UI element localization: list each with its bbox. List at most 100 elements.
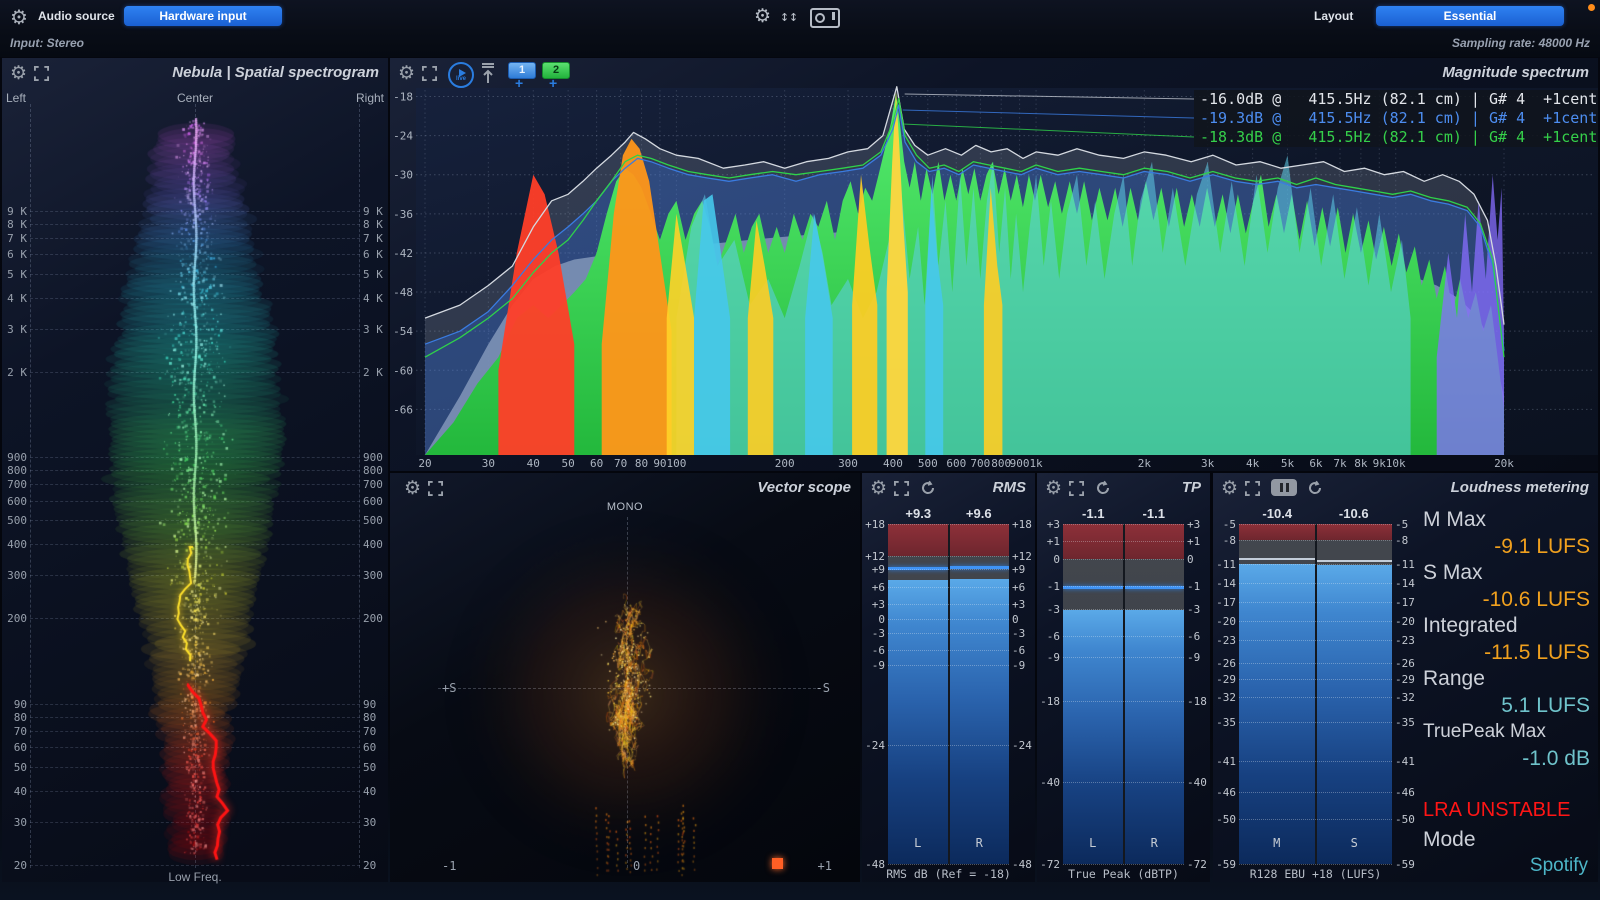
low-freq-label: Low Freq. — [2, 870, 388, 884]
stat-label: Range — [1423, 666, 1590, 692]
scale-tick-label: +6 — [1009, 581, 1035, 594]
meter-gridline — [1063, 609, 1184, 610]
freq-tick-label: 5 K — [2, 268, 27, 281]
mode-value-label[interactable]: Spotify — [1530, 855, 1588, 877]
scale-tick-label: -17 — [1213, 596, 1239, 609]
scale-tick-label: -3 — [1184, 603, 1210, 616]
stat-value: -1.0 dB — [1423, 745, 1590, 772]
loudness-stat-item: Integrated-11.5 LUFS — [1423, 613, 1590, 666]
svg-text:400: 400 — [883, 457, 903, 470]
svg-text:3k: 3k — [1201, 457, 1215, 470]
scale-tick-label: -5 — [1213, 518, 1239, 531]
scale-tick-label: -11 — [1392, 558, 1418, 571]
meter-gridline — [1239, 792, 1392, 793]
meter-gridline — [1063, 541, 1184, 542]
svg-text:20k: 20k — [1494, 457, 1514, 470]
freq-tick-label: 600 — [363, 495, 388, 508]
live-mode-button[interactable]: live — [448, 62, 474, 88]
nebula-settings-gear-icon[interactable]: ⚙ — [10, 64, 27, 83]
scale-tick-label: -46 — [1213, 786, 1239, 799]
rms-panel: ⚙ RMS +9.3+9.6+18+12+9+6+30-3-6-9-24-48+… — [862, 473, 1035, 882]
scale-tick-label: -6 — [1037, 630, 1063, 643]
tp-meter: -1.1-1.1+3+10-1-3-6-9-18-40-72+3+10-1-3-… — [1037, 473, 1210, 882]
pan-zero-label: 0 — [633, 859, 640, 873]
peak-hold-line — [1317, 560, 1393, 562]
meter-caption: True Peak (dBTP) — [1037, 867, 1210, 881]
freq-tick-label: 30 — [363, 816, 388, 829]
meter-gridline — [888, 665, 1009, 666]
freq-tick-label: 4 K — [363, 292, 388, 305]
spectrum-fullscreen-icon[interactable] — [422, 66, 437, 81]
freq-tick-label: 60 — [2, 741, 27, 754]
spectrum-title: Magnitude spectrum — [1442, 64, 1589, 81]
scale-tick-label: -35 — [1392, 716, 1418, 729]
svg-text:300: 300 — [838, 457, 858, 470]
freq-tick-label: 3 K — [363, 323, 388, 336]
scale-tick-label: -50 — [1213, 813, 1239, 826]
freq-tick-label: 50 — [2, 761, 27, 774]
channel-label: M — [1239, 836, 1315, 850]
peak-snap-icon[interactable] — [480, 62, 496, 84]
meter-gridline — [1239, 621, 1392, 622]
vectorscope-settings-gear-icon[interactable]: ⚙ — [404, 479, 421, 498]
meter-gridline — [888, 587, 1009, 588]
freq-tick-label: 200 — [363, 612, 388, 625]
notification-dot[interactable] — [1588, 4, 1595, 11]
scale-tick-label: -35 — [1213, 716, 1239, 729]
meter-values: -10.4-10.6 — [1239, 506, 1392, 522]
freq-tick-label: 5 K — [363, 268, 388, 281]
spatial-spectrogram-canvas — [30, 104, 360, 868]
io-routing-icon[interactable] — [810, 8, 840, 28]
freq-tick-label: 80 — [363, 711, 388, 724]
stat-value: -11.5 LUFS — [1423, 639, 1590, 666]
meter-scale-left: +3+10-1-3-6-9-18-40-72 — [1037, 524, 1063, 864]
loudness-meter: -10.4-10.6-5-8-11-14-17-20-23-26-29-32-3… — [1213, 473, 1418, 882]
freq-tick-label: 700 — [2, 478, 27, 491]
freq-tick-label: 300 — [363, 569, 388, 582]
meter-gridline — [888, 619, 1009, 620]
scale-tick-label: -1 — [1184, 580, 1210, 593]
freq-tick-label: 70 — [2, 725, 27, 738]
over-zone — [888, 524, 948, 556]
meter-value: +9.6 — [949, 506, 1010, 522]
scale-tick-label: 0 — [1037, 553, 1063, 566]
meter-columns: LR — [888, 524, 1009, 864]
svg-text:7k: 7k — [1333, 457, 1347, 470]
spectrum-settings-gear-icon[interactable]: ⚙ — [398, 64, 415, 83]
hardware-input-button[interactable]: Hardware input — [124, 6, 282, 26]
freq-tick-label: 30 — [2, 816, 27, 829]
channel-label: L — [888, 836, 948, 850]
freq-tick-label: 70 — [363, 725, 388, 738]
topbar: ⚙ Audio source Hardware input ⚙ ↕↕ Layou… — [0, 0, 1600, 57]
vectorscope-fullscreen-icon[interactable] — [428, 481, 443, 496]
freq-tick-label: 200 — [2, 612, 27, 625]
meter-values: +9.3+9.6 — [888, 506, 1009, 522]
scale-tick-label: -8 — [1213, 534, 1239, 547]
meter-channel: L — [888, 524, 948, 864]
meter-area: +3+10-1-3-6-9-18-40-72+3+10-1-3-6-9-18-4… — [1037, 524, 1210, 864]
essential-layout-button[interactable]: Essential — [1376, 6, 1564, 26]
vectorscope-title: Vector scope — [757, 479, 851, 496]
svg-text:1k: 1k — [1029, 457, 1043, 470]
cursor-readout-row: -19.3dB @ 415.5Hz (82.1 cm) | G# 4 +1cen… — [1194, 109, 1598, 128]
scale-tick-label: -46 — [1392, 786, 1418, 799]
scale-tick-label: -5 — [1392, 518, 1418, 531]
meter-gridline — [1239, 679, 1392, 680]
nebula-fullscreen-icon[interactable] — [34, 66, 49, 81]
svg-text:40: 40 — [527, 457, 540, 470]
svg-text:-60: -60 — [393, 364, 413, 377]
nebula-title: Nebula | Spatial spectrogram — [172, 64, 379, 81]
slot-2-add-icon[interactable]: + — [549, 75, 557, 91]
mixer-sliders-icon[interactable]: ↕↕ — [780, 7, 798, 25]
freq-tick-label: 900 — [363, 451, 388, 464]
scale-tick-label: -3 — [1037, 603, 1063, 616]
svg-text:80: 80 — [635, 457, 648, 470]
slot-1-add-icon[interactable]: + — [515, 75, 523, 91]
rms-meter: +9.3+9.6+18+12+9+6+30-3-6-9-24-48+18+12+… — [862, 473, 1035, 882]
pan-pos1-label: +1 — [818, 859, 832, 873]
meter-columns: MS — [1239, 524, 1392, 864]
settings-gear-icon[interactable]: ⚙ — [754, 5, 771, 28]
svg-text:-54: -54 — [393, 325, 413, 338]
audio-settings-gear-icon[interactable]: ⚙ — [10, 5, 28, 30]
meter-scale-right: +18+12+9+6+30-3-6-9-24-48 — [1009, 524, 1035, 864]
